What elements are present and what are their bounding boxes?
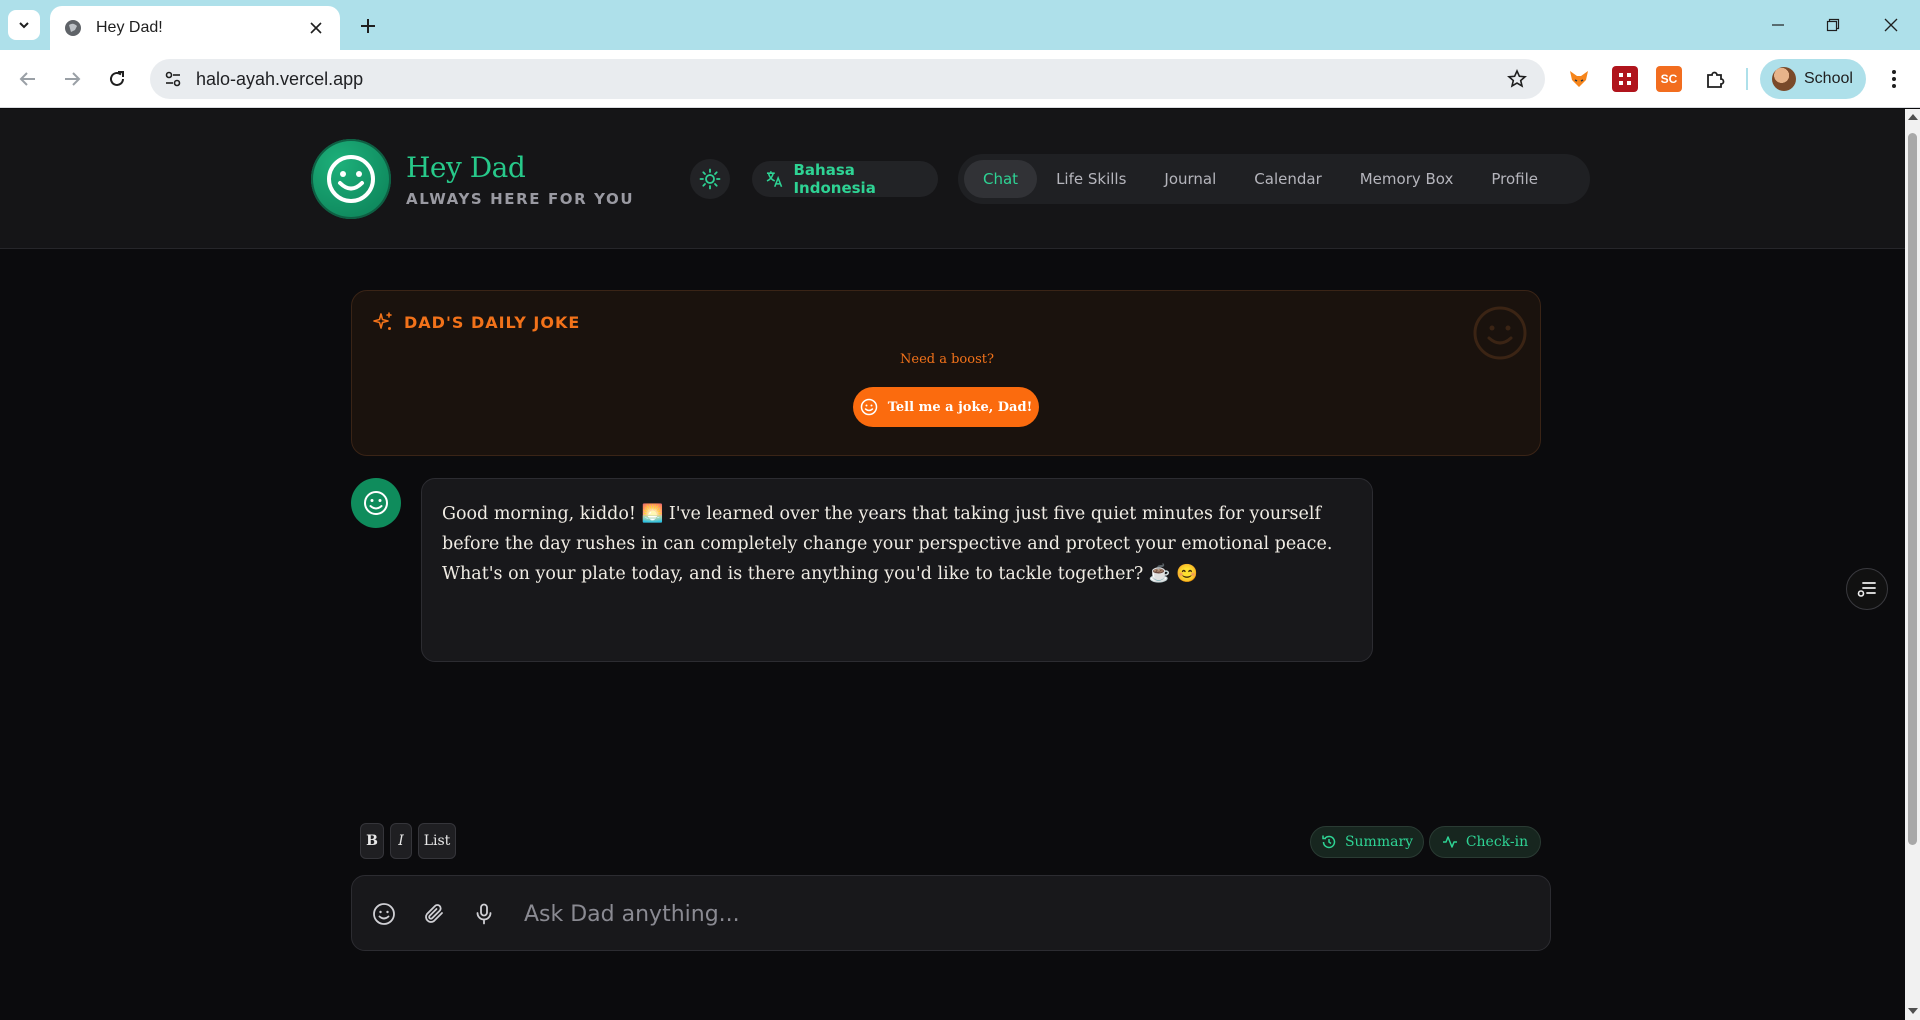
main-nav: Chat Life Skills Journal Calendar Memory… xyxy=(958,154,1590,204)
url-text[interactable]: halo-ayah.vercel.app xyxy=(196,69,1501,90)
more-vertical-icon xyxy=(1892,70,1896,88)
voice-input-button[interactable] xyxy=(470,900,498,928)
daily-joke-card: DAD'S DAILY JOKE Need a boost? Tell me a… xyxy=(351,290,1541,456)
tell-joke-button[interactable]: Tell me a joke, Dad! xyxy=(853,387,1039,427)
tab-profile[interactable]: Profile xyxy=(1472,160,1557,198)
smiley-logo-icon xyxy=(327,155,375,203)
history-icon xyxy=(1322,835,1336,849)
emoji-button[interactable] xyxy=(370,900,398,928)
fox-extension-icon[interactable] xyxy=(1566,66,1592,92)
app-page: Hey Dad ALWAYS HERE FOR YOU Bahasa Indon… xyxy=(0,109,1905,1020)
paperclip-icon xyxy=(425,904,443,923)
browser-tabbar: Hey Dad! xyxy=(0,0,1920,50)
avatar xyxy=(1772,67,1796,91)
chevron-down-icon xyxy=(19,22,29,29)
tab-life-skills[interactable]: Life Skills xyxy=(1037,160,1145,198)
language-button[interactable]: Bahasa Indonesia xyxy=(752,161,938,197)
toolbar-divider xyxy=(1746,68,1748,90)
bookmark-button[interactable] xyxy=(1501,63,1533,95)
reload-icon xyxy=(110,71,124,86)
language-label: Bahasa Indonesia xyxy=(793,161,876,197)
browser-tab-active[interactable]: Hey Dad! xyxy=(50,6,340,50)
puzzle-icon xyxy=(1707,71,1725,88)
smiley-icon xyxy=(860,398,877,416)
check-in-label: Check-in xyxy=(1465,834,1529,850)
summary-label: Summary xyxy=(1344,834,1414,850)
scroll-down-arrow-icon[interactable] xyxy=(1908,1008,1918,1014)
sun-icon xyxy=(699,168,721,190)
forward-button[interactable] xyxy=(58,65,86,93)
restore-icon xyxy=(1826,18,1840,32)
close-window-button[interactable] xyxy=(1871,10,1911,40)
profile-name: School xyxy=(1804,70,1853,87)
app-subtitle: ALWAYS HERE FOR YOU xyxy=(406,190,635,208)
message-input[interactable] xyxy=(524,896,1524,932)
close-icon xyxy=(310,22,322,34)
microphone-icon xyxy=(476,903,492,925)
grid-extension-icon[interactable] xyxy=(1612,66,1638,92)
back-button[interactable] xyxy=(14,65,42,93)
joke-title: DAD'S DAILY JOKE xyxy=(404,312,581,332)
arrow-right-icon xyxy=(65,72,81,86)
tab-search-button[interactable] xyxy=(8,10,40,40)
dad-message-bubble: Good morning, kiddo! 🌅 I've learned over… xyxy=(421,478,1373,662)
app-title: Hey Dad xyxy=(406,151,526,184)
smiley-icon xyxy=(364,491,388,515)
globe-icon xyxy=(65,20,81,36)
app-header: Hey Dad ALWAYS HERE FOR YOU Bahasa Indon… xyxy=(0,109,1905,249)
list-button[interactable]: List xyxy=(418,823,456,859)
app-logo[interactable] xyxy=(311,139,391,219)
activity-icon xyxy=(1442,836,1457,848)
tab-chat[interactable]: Chat xyxy=(964,160,1038,198)
check-in-button[interactable]: Check-in xyxy=(1429,826,1541,858)
list-settings-icon xyxy=(1857,582,1876,597)
smiley-icon xyxy=(373,903,395,925)
tab-title: Hey Dad! xyxy=(96,19,163,36)
close-icon xyxy=(1884,18,1898,32)
sparkles-icon xyxy=(373,312,392,330)
tab-memory-box[interactable]: Memory Box xyxy=(1341,160,1473,198)
message-text: Good morning, kiddo! 🌅 I've learned over… xyxy=(442,504,1333,584)
minimize-icon xyxy=(1772,24,1784,26)
arrow-left-icon xyxy=(19,72,35,86)
reload-button[interactable] xyxy=(103,65,131,93)
joke-prompt: Need a boost? xyxy=(900,352,994,367)
star-icon xyxy=(1507,69,1527,88)
bold-button[interactable]: B xyxy=(360,823,384,859)
dad-avatar xyxy=(351,478,401,528)
side-panel-button[interactable] xyxy=(1846,568,1888,610)
tab-journal[interactable]: Journal xyxy=(1145,160,1235,198)
plus-icon xyxy=(361,19,375,33)
extensions-puzzle-button[interactable] xyxy=(1702,66,1728,92)
translate-icon xyxy=(766,171,783,188)
new-tab-button[interactable] xyxy=(354,12,382,40)
scroll-thumb[interactable] xyxy=(1908,133,1917,845)
tell-joke-label: Tell me a joke, Dad! xyxy=(887,399,1033,415)
tab-calendar[interactable]: Calendar xyxy=(1235,160,1340,198)
tune-icon xyxy=(165,71,181,87)
restore-button[interactable] xyxy=(1813,10,1853,40)
page-scrollbar[interactable] xyxy=(1905,109,1920,1020)
sc-extension-icon[interactable]: SC xyxy=(1656,66,1682,92)
minimize-button[interactable] xyxy=(1758,10,1798,40)
address-bar[interactable]: halo-ayah.vercel.app xyxy=(150,59,1545,99)
tab-close-button[interactable] xyxy=(304,16,328,40)
profile-button[interactable]: School xyxy=(1760,59,1866,99)
italic-button[interactable]: I xyxy=(390,823,412,859)
browser-menu-button[interactable] xyxy=(1880,64,1908,94)
scroll-up-arrow-icon[interactable] xyxy=(1908,114,1918,120)
theme-toggle-button[interactable] xyxy=(690,159,730,199)
message-composer xyxy=(351,875,1551,951)
joke-header: DAD'S DAILY JOKE xyxy=(372,311,580,333)
attach-button[interactable] xyxy=(420,900,448,928)
site-info-button[interactable] xyxy=(158,64,188,94)
summary-button[interactable]: Summary xyxy=(1310,826,1424,858)
